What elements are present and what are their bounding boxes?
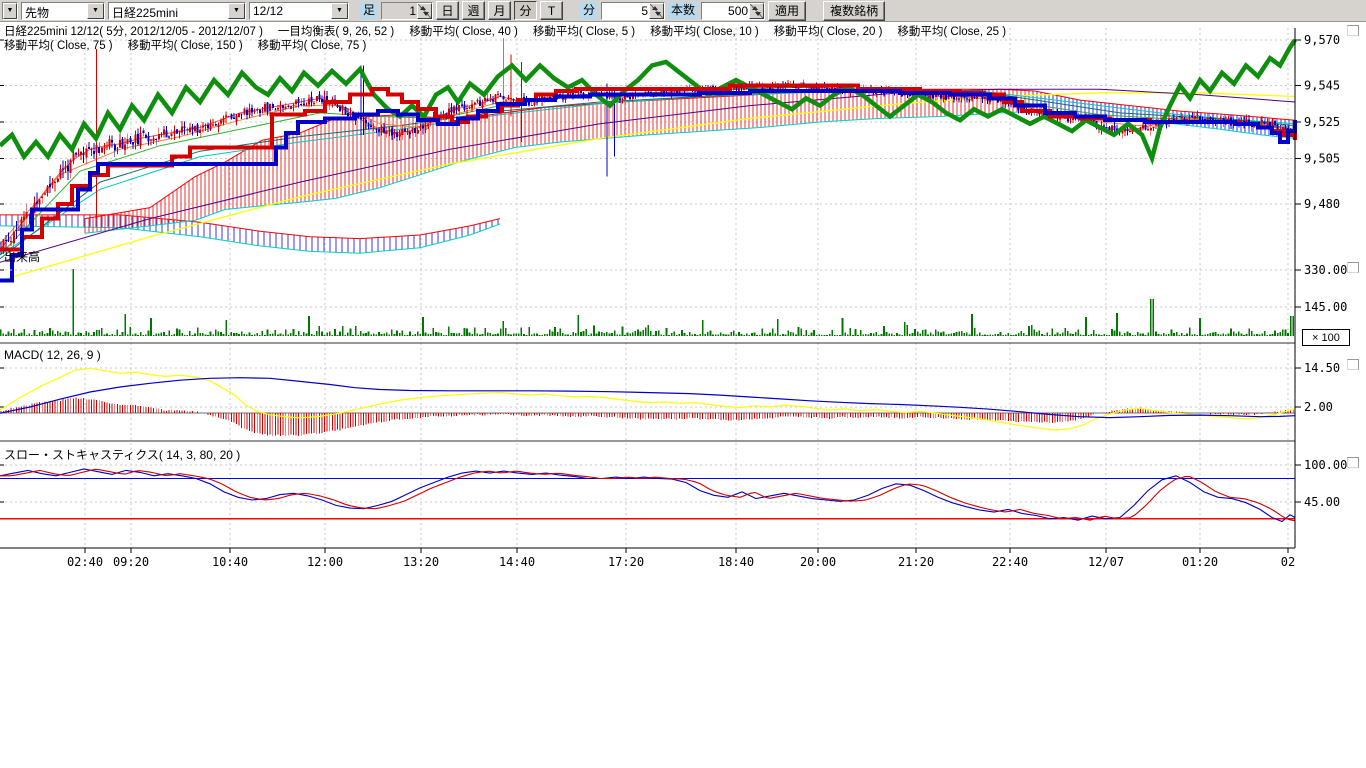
- stoch-panel-label: スロー・ストキャスティクス( 14, 3, 80, 20 ): [4, 446, 240, 463]
- y-axis-label: 9,480: [1304, 197, 1340, 211]
- x-axis-label: 14:40: [499, 555, 535, 569]
- chart-canvas: 9,570 9,545 9,525 9,505 9,480 330.00 145.00 14.…: [0, 22, 1366, 576]
- hidden-combo[interactable]: ▼: [2, 2, 18, 20]
- y-axis-label: 330.00: [1304, 263, 1347, 277]
- interval-button-day[interactable]: 日: [436, 1, 459, 20]
- spinner-icon[interactable]: [417, 3, 432, 19]
- x-axis-label: 21:20: [898, 555, 934, 569]
- multi-symbol-button[interactable]: 複数銘柄: [823, 1, 885, 21]
- volume-multiplier-badge: × 100: [1302, 329, 1350, 346]
- legend-item: 移動平均( Close, 75 ): [258, 37, 367, 53]
- spinner-icon[interactable]: [749, 3, 764, 19]
- y-axis-label: 14.50: [1304, 361, 1340, 375]
- legend-item: 移動平均( Close, 5 ): [533, 23, 635, 39]
- market-combo[interactable]: 先物 ▼: [21, 2, 105, 20]
- x-axis-label: 13:20: [403, 555, 439, 569]
- interval-button-tick[interactable]: T: [540, 1, 563, 20]
- spinner-icon[interactable]: [649, 3, 664, 19]
- x-axis-label: 18:40: [718, 555, 754, 569]
- y-axis-label: 100.00: [1304, 458, 1347, 472]
- minute-label: 分: [580, 2, 598, 19]
- y-axis-label: 9,525: [1304, 115, 1340, 129]
- price-panel: 9,570 9,545 9,525 9,505 9,480: [0, 33, 1340, 281]
- x-axis-label: 22:40: [992, 555, 1028, 569]
- y-axis-label: 45.00: [1304, 495, 1340, 509]
- x-axis-label: 17:20: [608, 555, 644, 569]
- chevron-down-icon[interactable]: ▼: [87, 3, 104, 19]
- y-axis-label: 2.00: [1304, 400, 1333, 414]
- x-axis-label: 12:00: [307, 555, 343, 569]
- x-axis-label: 20:00: [800, 555, 836, 569]
- macd-panel-corner-icon[interactable]: [1347, 359, 1359, 370]
- chevron-down-icon[interactable]: ▼: [331, 3, 348, 19]
- x-axis-label: 02:40: [67, 555, 103, 569]
- y-axis-label: 145.00: [1304, 300, 1347, 314]
- minute-field[interactable]: 5: [601, 2, 665, 20]
- date-combo-value: 12/12: [250, 3, 331, 19]
- y-axis-label: 9,545: [1304, 79, 1340, 93]
- interval-button-week[interactable]: 週: [462, 1, 485, 20]
- symbol-combo-value: 日経225mini: [109, 3, 228, 19]
- legend-item: 移動平均( Close, 10 ): [650, 23, 759, 39]
- chart-legend-line2: 移動平均( Close, 75 ) 移動平均( Close, 150 ) 移動平均(…: [4, 37, 366, 53]
- x-axis-label: 09:20: [113, 555, 149, 569]
- toolbar: ▼ 先物 ▼ 日経225mini ▼ 12/12 ▼ 足 1 日 週 月 分 T…: [0, 0, 1366, 22]
- legend-item: 移動平均( Close, 40 ): [409, 23, 518, 39]
- x-axis-label: 01:20: [1182, 555, 1218, 569]
- bar-period-field: 1: [381, 2, 433, 20]
- legend-item: 移動平均( Close, 150 ): [128, 37, 243, 53]
- count-label: 本数: [668, 2, 698, 19]
- volume-panel: 330.00 145.00: [0, 263, 1347, 336]
- date-combo[interactable]: 12/12 ▼: [249, 2, 349, 20]
- minute-value: 5: [602, 4, 649, 18]
- chevron-down-icon[interactable]: ▼: [3, 3, 17, 19]
- thick-overlays: [0, 40, 1295, 281]
- stoch-panel-corner-icon[interactable]: [1347, 457, 1359, 468]
- chevron-down-icon[interactable]: ▼: [228, 3, 245, 19]
- macd-panel-label: MACD( 12, 26, 9 ): [4, 348, 101, 362]
- volume-panel-corner-icon[interactable]: [1347, 262, 1359, 273]
- x-axis-label: 10:40: [212, 555, 248, 569]
- macd-panel: 14.50 2.00: [0, 361, 1340, 436]
- count-value: 500: [702, 4, 749, 18]
- apply-button[interactable]: 適用: [768, 1, 806, 21]
- chart-area: 9,570 9,545 9,525 9,505 9,480 330.00 145.00 14.…: [0, 22, 1366, 768]
- legend-item: 移動平均( Close, 25 ): [897, 23, 1006, 39]
- y-axis-label: 9,505: [1304, 151, 1340, 165]
- x-axis-label: 02: [1281, 555, 1295, 569]
- price-panel-corner-icon[interactable]: [1347, 25, 1359, 36]
- legend-item: 移動平均( Close, 20 ): [774, 23, 883, 39]
- bar-type-label: 足: [360, 2, 378, 19]
- interval-button-month[interactable]: 月: [488, 1, 511, 20]
- market-combo-value: 先物: [22, 3, 87, 19]
- count-field[interactable]: 500: [701, 2, 765, 20]
- volume-panel-label: 出来高: [4, 248, 40, 265]
- y-axis-label: 9,570: [1304, 33, 1340, 47]
- symbol-combo[interactable]: 日経225mini ▼: [108, 2, 246, 20]
- stochastics-panel: 100.00 45.00: [0, 458, 1347, 522]
- x-axis-label: 12/07: [1088, 555, 1124, 569]
- legend-item: 移動平均( Close, 75 ): [4, 37, 113, 53]
- interval-button-minute[interactable]: 分: [514, 1, 537, 20]
- bar-period-value: 1: [382, 4, 417, 18]
